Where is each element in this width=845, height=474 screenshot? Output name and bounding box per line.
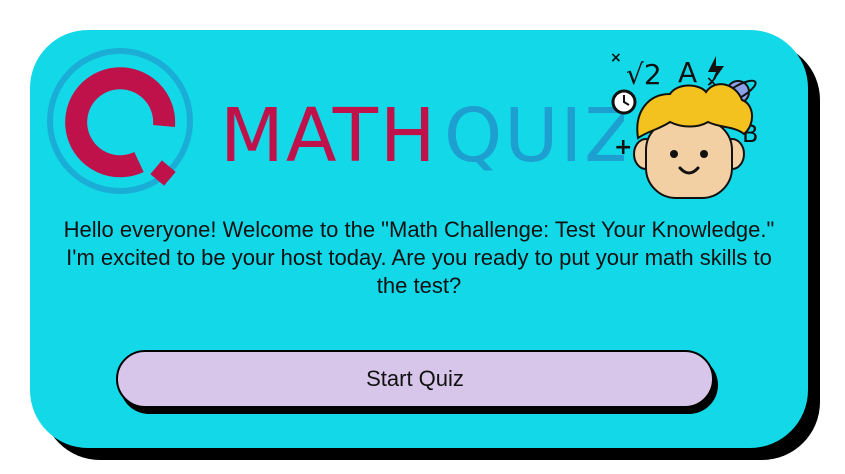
- sqrt-symbol: √2: [626, 58, 662, 91]
- thinking-boy-icon: √2 A B + × ×: [610, 50, 758, 199]
- intro-text: Hello everyone! Welcome to the "Math Cha…: [63, 217, 775, 298]
- clock-icon: [611, 89, 637, 115]
- boy-face: [645, 119, 733, 199]
- quiz-q-logo-icon: [47, 48, 193, 194]
- plus-symbol: +: [614, 135, 632, 160]
- letter-a-symbol: A: [678, 56, 697, 89]
- logo-word-quiz: QUIZ: [444, 93, 624, 179]
- logo-word-math: MATH: [220, 93, 438, 179]
- math-quiz-logo: MATH QUIZ: [47, 48, 624, 194]
- start-quiz-button[interactable]: Start Quiz: [116, 350, 714, 408]
- quiz-card: MATH QUIZ √2 A B + × × Hello everyone! W…: [30, 30, 808, 448]
- times-symbol: ×: [610, 50, 622, 66]
